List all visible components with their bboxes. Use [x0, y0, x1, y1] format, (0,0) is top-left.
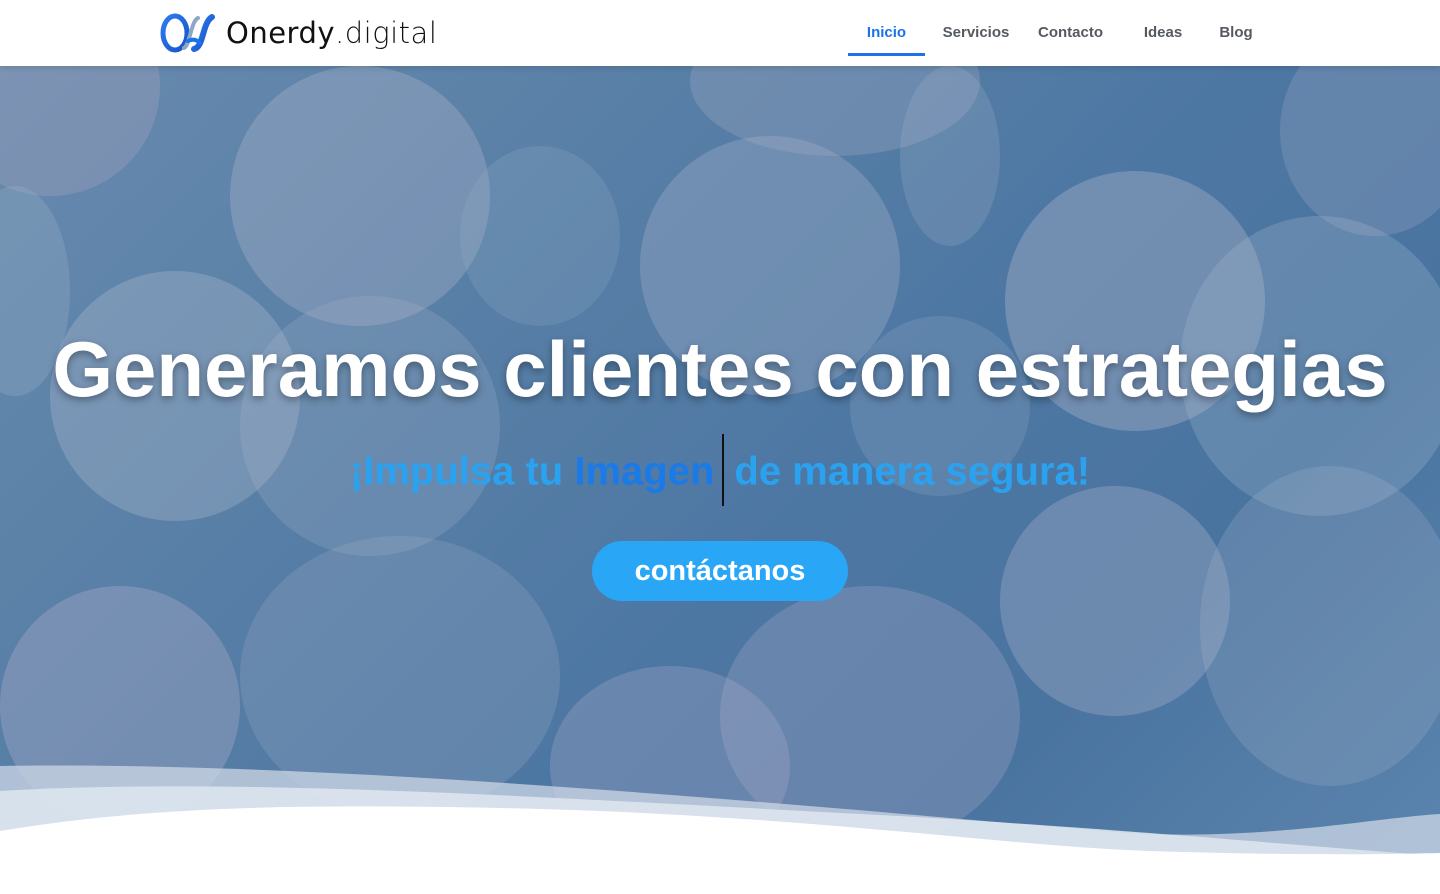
nav-item-ideas[interactable]: Ideas [1139, 0, 1187, 66]
onerdy-logo-icon [160, 13, 215, 53]
site-header: Onerdy.digital Inicio Servicios Contacto… [0, 0, 1440, 66]
brand-name-main: Onerdy [226, 16, 336, 50]
hero-subheadline: ¡Impulsa tu Imagen de manera segura! [0, 434, 1440, 510]
hero-section: Generamos clientes con estrategias ¡Impu… [0, 66, 1440, 894]
hero-bottom-waves [0, 765, 1440, 894]
typing-caret [722, 434, 725, 506]
hero-headline: Generamos clientes con estrategias [52, 325, 1388, 413]
brand-name: Onerdy.digital [226, 16, 437, 50]
hero-sub-prefix: ¡Impulsa tu [349, 449, 575, 494]
brand-logo[interactable]: Onerdy.digital [160, 13, 437, 53]
contact-cta-button[interactable]: contáctanos [592, 541, 848, 601]
nav-item-blog[interactable]: Blog [1215, 0, 1257, 66]
hero-sub-suffix: de manera segura! [734, 449, 1091, 494]
nav-item-servicios[interactable]: Servicios [935, 0, 1017, 66]
nav-item-inicio[interactable]: Inicio [848, 0, 925, 66]
nav-item-contacto[interactable]: Contacto [1038, 0, 1103, 66]
brand-name-suffix: .digital [335, 16, 438, 50]
hero-sub-highlight: Imagen [574, 449, 715, 494]
